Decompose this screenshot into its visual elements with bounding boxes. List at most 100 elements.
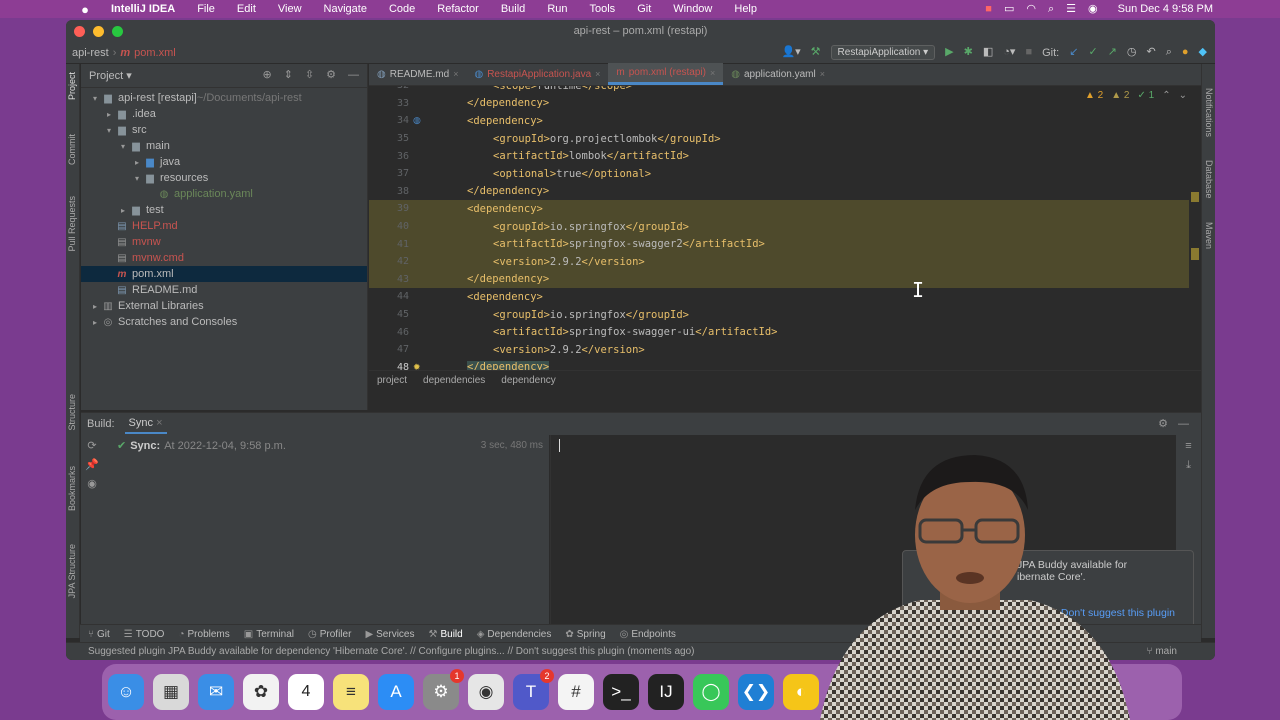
menu-run[interactable]: Run <box>536 3 578 15</box>
editor-breadcrumb[interactable]: project <box>377 375 407 386</box>
code-line[interactable]: 47 <version>2.9.2</version> <box>369 341 1201 359</box>
git-update-icon[interactable]: ↙ <box>1069 47 1078 58</box>
close-icon[interactable]: × <box>595 69 600 79</box>
code-line[interactable]: 36 <artifactId>lombok</artifactId> <box>369 147 1201 165</box>
git-push-icon[interactable]: ↗ <box>1108 47 1117 58</box>
git-branch-widget[interactable]: ⑂ main <box>1147 646 1215 657</box>
tree-item[interactable]: ▸ ▆ test <box>81 202 367 218</box>
tree-item[interactable]: ▾ ▆ src <box>81 122 367 138</box>
tree-item[interactable]: ▤ README.md <box>81 282 367 298</box>
search-everywhere-icon[interactable]: ⌕ <box>1166 47 1172 58</box>
code-line[interactable]: 34 ◍ <dependency> <box>369 112 1201 130</box>
dock-terminal-icon[interactable]: >_ <box>603 674 639 710</box>
nav-crumb-project[interactable]: api-rest <box>72 47 109 59</box>
tool-maven[interactable]: Maven <box>1204 222 1214 249</box>
editor-scrollbar[interactable] <box>1189 86 1201 370</box>
profile-icon[interactable]: ◔▾ <box>1003 47 1015 58</box>
git-commit-icon[interactable]: ✓ <box>1088 47 1097 58</box>
expand-arrow-icon[interactable]: ▸ <box>89 302 101 311</box>
expand-arrow-icon[interactable]: ▾ <box>89 94 101 103</box>
debug-icon[interactable]: ✱ <box>964 47 973 58</box>
chevron-up-icon[interactable]: ⌃ <box>1162 90 1170 101</box>
user-icon[interactable]: 👤▾ <box>781 47 800 58</box>
menu-git[interactable]: Git <box>626 3 662 15</box>
menu-navigate[interactable]: Navigate <box>313 3 378 15</box>
run-configuration-select[interactable]: RestapiApplication ▾ <box>830 45 936 60</box>
expand-arrow-icon[interactable]: ▾ <box>117 142 129 151</box>
editor-breadcrumb[interactable]: dependencies <box>423 375 485 386</box>
expand-arrow-icon[interactable]: ▾ <box>131 174 143 183</box>
code-line[interactable]: 37 <optional>true</optional> <box>369 165 1201 183</box>
close-icon[interactable]: × <box>710 68 715 78</box>
code-line[interactable]: 48 ✹ </dependency> <box>369 359 1201 370</box>
tree-item[interactable]: ◍ application.yaml <box>81 186 367 202</box>
code-line[interactable]: 35 <groupId>org.projectlombok</groupId> <box>369 130 1201 148</box>
code-line[interactable]: 44 <dependency> <box>369 288 1201 306</box>
lightbulb-icon[interactable]: ✹ <box>413 362 467 370</box>
close-icon[interactable]: × <box>156 417 162 429</box>
coverage-icon[interactable]: ◧ <box>983 47 993 58</box>
tool-bookmarks[interactable]: Bookmarks <box>67 466 77 511</box>
tool-project[interactable]: Project <box>67 72 77 100</box>
tool-tab-build[interactable]: ⚒ Build <box>429 629 463 640</box>
refresh-icon[interactable]: ⟳ <box>87 441 96 452</box>
menu-refactor[interactable]: Refactor <box>426 3 490 15</box>
tool-tab-terminal[interactable]: ▣ Terminal <box>244 629 294 640</box>
dock-app-store-icon[interactable]: A <box>378 674 414 710</box>
chevron-down-icon[interactable]: ⌄ <box>1179 90 1187 101</box>
dock-chrome-icon[interactable]: ◉ <box>468 674 504 710</box>
history-icon[interactable]: ◷ <box>1127 47 1137 58</box>
code-line[interactable]: 43 </dependency> <box>369 270 1201 289</box>
project-view-select[interactable]: Project ▾ <box>89 69 132 82</box>
tool-pull-requests[interactable]: Pull Requests <box>67 196 77 252</box>
editor-tab[interactable]: ◍ application.yaml × <box>723 63 833 85</box>
locate-icon[interactable]: ⊕ <box>262 70 271 81</box>
dock-system-preferences-icon[interactable]: ⚙ 1 <box>423 669 464 710</box>
menu-code[interactable]: Code <box>378 3 426 15</box>
tool-tab-profiler[interactable]: ◷ Profiler <box>308 629 351 640</box>
dock-messages-icon[interactable]: ◯ <box>693 674 729 710</box>
tree-item[interactable]: ▾ ▆ api-rest [restapi] ~/Documents/api-res… <box>81 90 367 106</box>
menu-build[interactable]: Build <box>490 3 536 15</box>
expand-all-icon[interactable]: ⇕ <box>284 70 293 81</box>
tool-commit[interactable]: Commit <box>67 134 77 165</box>
tool-tab-spring[interactable]: ✿ Spring <box>565 629 605 640</box>
editor-tab[interactable]: m pom.xml (restapi) × <box>608 63 724 85</box>
code-line[interactable]: 39 <dependency> <box>369 200 1201 218</box>
sync-row[interactable]: ✔ Sync: At 2022-12-04, 9:58 p.m. 3 sec, … <box>103 435 549 453</box>
expand-arrow-icon[interactable]: ▸ <box>117 206 129 215</box>
dock-slack-icon[interactable]: # <box>558 674 594 710</box>
jetbrains-logo-icon[interactable]: ◆ <box>1199 47 1207 58</box>
rollback-icon[interactable]: ↶ <box>1146 47 1155 58</box>
tab-sync[interactable]: Sync × <box>124 414 167 434</box>
wifi-icon[interactable]: ◠ <box>1026 3 1036 15</box>
dock-intellij-idea-icon[interactable]: IJ <box>648 674 684 710</box>
dock-photos-icon[interactable]: ✿ <box>243 674 279 710</box>
collapse-all-icon[interactable]: ⇳ <box>305 70 314 81</box>
code-line[interactable]: 45 <groupId>io.springfox</groupId> <box>369 306 1201 324</box>
tree-item[interactable]: ▾ ▆ resources <box>81 170 367 186</box>
eye-icon[interactable]: ◉ <box>87 479 97 490</box>
tree-item[interactable]: ▸ ▆ java <box>81 154 367 170</box>
expand-arrow-icon[interactable]: ▸ <box>103 110 115 119</box>
gutter-marker-icon[interactable]: ◍ <box>413 115 467 126</box>
tool-tab-services[interactable]: ▶ Services <box>365 629 414 640</box>
tool-tab-dependencies[interactable]: ◈ Dependencies <box>477 629 552 640</box>
tool-notifications[interactable]: Notifications <box>1204 88 1214 137</box>
editor-tab[interactable]: ◍ RestapiApplication.java × <box>466 63 608 85</box>
stop-recording-icon[interactable]: ■ <box>985 3 992 15</box>
code-line[interactable]: 41 <artifactId>springfox-swagger2</artifa… <box>369 235 1201 253</box>
expand-arrow-icon[interactable]: ▸ <box>131 158 143 167</box>
code-view[interactable]: 32<scope>runtime</scope>33</dependency>3… <box>369 86 1201 370</box>
code-line[interactable]: 38 </dependency> <box>369 183 1201 201</box>
battery-icon[interactable]: ▭ <box>1004 3 1014 15</box>
dock-calendar-icon[interactable]: 4 <box>288 674 324 710</box>
dock-mail-icon[interactable]: ✉ <box>198 674 234 710</box>
search-icon[interactable]: ⌕ <box>1048 3 1054 15</box>
soft-wrap-icon[interactable]: ≡ <box>1185 441 1191 452</box>
tree-item[interactable]: ▸ ◎ Scratches and Consoles <box>81 314 367 330</box>
nav-crumb-file[interactable]: pom.xml <box>134 47 176 59</box>
code-line[interactable]: 42 <version>2.9.2</version> <box>369 252 1201 271</box>
code-line[interactable]: 46 <artifactId>springfox-swagger-ui</arti… <box>369 323 1201 341</box>
expand-arrow-icon[interactable]: ▾ <box>103 126 115 135</box>
